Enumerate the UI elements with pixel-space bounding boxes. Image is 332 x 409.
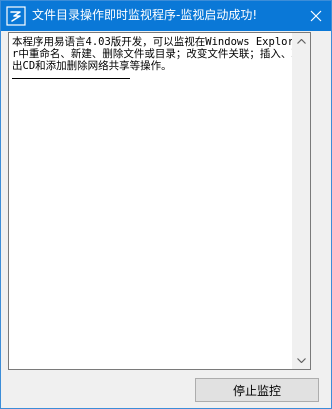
window-title: 文件目录操作即时监视程序-监视启动成功!	[32, 8, 258, 22]
separator-line	[12, 78, 130, 79]
stop-monitoring-button[interactable]: 停止监控	[195, 378, 319, 402]
close-button[interactable]	[301, 1, 331, 31]
client-area: 本程序用易语言4.03版开发，可以监视在Windows Explorer中重命名…	[1, 31, 331, 408]
scroll-up-arrow-icon	[297, 39, 306, 44]
scroll-down-button[interactable]	[293, 352, 310, 369]
close-icon	[310, 10, 322, 22]
app-logo-icon	[6, 6, 26, 26]
vertical-scrollbar[interactable]	[292, 33, 310, 369]
scroll-up-button[interactable]	[293, 33, 310, 50]
title-bar[interactable]: 文件目录操作即时监视程序-监视启动成功!	[1, 1, 331, 31]
app-window: 文件目录操作即时监视程序-监视启动成功! 本程序用易语言4.03版开发，可以监视…	[0, 0, 332, 409]
scroll-down-arrow-icon	[297, 358, 306, 363]
log-textbox[interactable]: 本程序用易语言4.03版开发，可以监视在Windows Explorer中重命名…	[8, 32, 311, 370]
log-text: 本程序用易语言4.03版开发，可以监视在Windows Explorer中重命名…	[12, 36, 302, 72]
